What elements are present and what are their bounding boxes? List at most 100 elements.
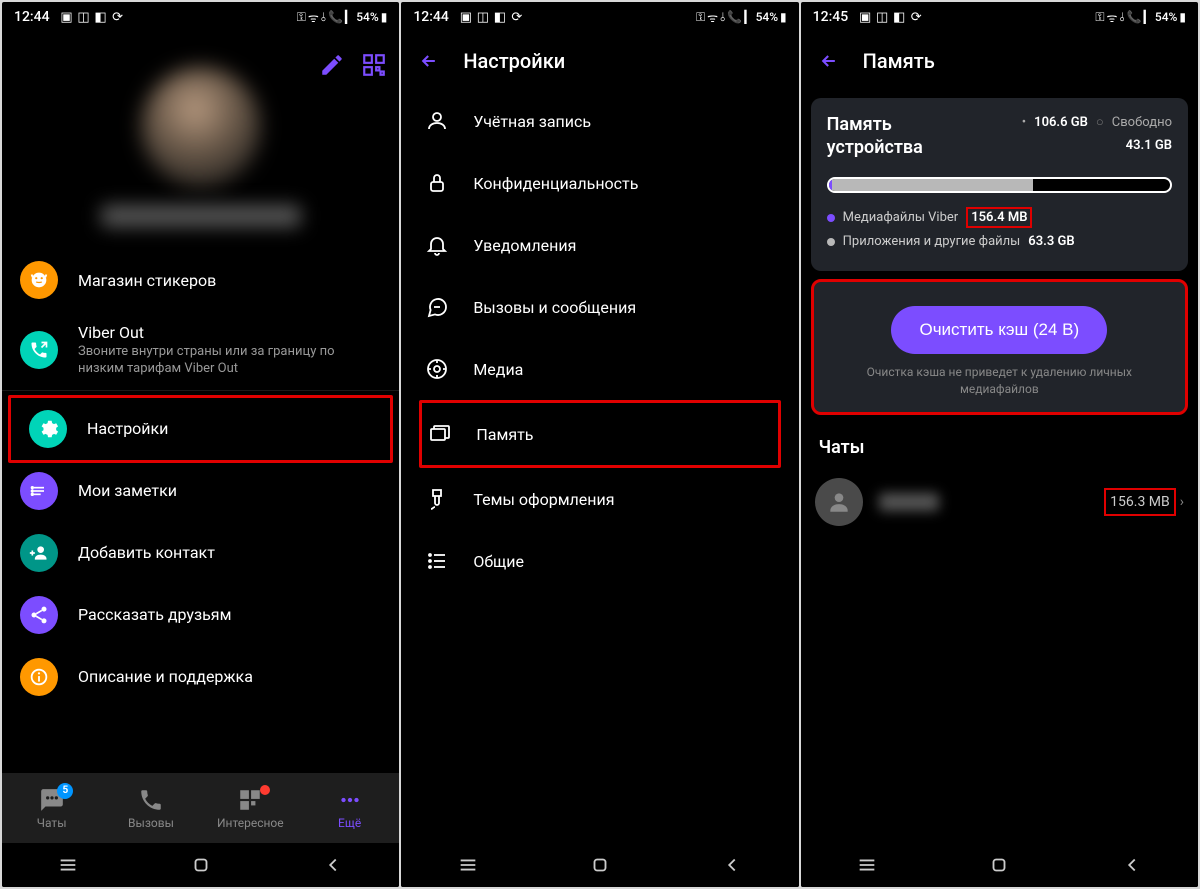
screen-settings: 12:44 ▣◫◧⟳ ⚿ᯤ⫰📞▎54%▮ Настройки Учётная з… [401, 2, 798, 887]
status-indicator-icons: ▣◫◧⟳ [60, 10, 125, 24]
chat-size: 156.3 MB [1104, 488, 1176, 516]
phone-out-icon [20, 331, 58, 369]
chats-section: Чаты 156.3 MB › [801, 423, 1198, 540]
menu-help[interactable]: Описание и поддержка [2, 646, 399, 708]
status-bar: 12:44 ▣◫◧⟳ ⚿ᯤ⫰📞▎54%▮ [2, 2, 399, 32]
notes-icon [20, 472, 58, 510]
menu-label: Магазин стикеров [78, 271, 381, 290]
avatar[interactable] [141, 67, 261, 187]
menu-label: Описание и поддержка [78, 667, 381, 686]
settings-account[interactable]: Учётная запись [401, 90, 798, 152]
info-icon [20, 658, 58, 696]
bottom-tabs: 5 Чаты Вызовы Интересное Ещё [2, 773, 399, 843]
tab-label: Интересное [217, 816, 284, 830]
chat-bubble-icon [425, 295, 449, 319]
settings-label: Вызовы и сообщения [473, 298, 636, 317]
tab-calls[interactable]: Вызовы [101, 787, 200, 830]
profile-area [2, 32, 399, 227]
android-nav [2, 843, 399, 887]
gear-icon [29, 410, 67, 448]
tab-explore[interactable]: Интересное [201, 787, 300, 830]
settings-media[interactable]: Медиа [401, 338, 798, 400]
recents-button[interactable] [57, 854, 79, 876]
home-button[interactable] [589, 854, 611, 876]
account-icon [425, 109, 449, 133]
status-right-icons: ⚿ᯤ⫰📞▎54%▮ [297, 9, 388, 26]
status-right-icons: ⚿ᯤ⫰📞▎54%▮ [696, 9, 787, 26]
storage-stats: •106.6 GB ○Свободно 43.1 GB [981, 114, 1172, 153]
clear-cache-note: Очистка кэша не приведет к удалению личн… [830, 364, 1169, 398]
back-button[interactable] [322, 854, 344, 876]
settings-label: Память [476, 425, 533, 444]
more-icon [337, 787, 363, 813]
media-icon [425, 357, 449, 381]
menu-add-contact[interactable]: Добавить контакт [2, 522, 399, 584]
settings-label: Учётная запись [473, 112, 591, 131]
tab-chats[interactable]: 5 Чаты [2, 787, 101, 830]
settings-label: Общие [473, 552, 524, 571]
chat-name [879, 493, 939, 511]
menu-viberout[interactable]: Viber Out Звоните внутри страны или за г… [2, 311, 399, 390]
storage-card: Память устройства •106.6 GB ○Свободно 43… [811, 98, 1188, 271]
settings-calls[interactable]: Вызовы и сообщения [401, 276, 798, 338]
clear-cache-card: Очистить кэш (24 B) Очистка кэша не прив… [811, 279, 1188, 415]
phone-icon [138, 787, 164, 813]
settings-storage[interactable]: Память [422, 403, 777, 465]
list-icon [425, 549, 449, 573]
tab-more[interactable]: Ещё [300, 787, 399, 830]
status-indicator-icons: ▣◫◧⟳ [858, 10, 923, 24]
settings-notifications[interactable]: Уведомления [401, 214, 798, 276]
tab-label: Вызовы [128, 816, 174, 830]
status-bar: 12:45 ▣◫◧⟳ ⚿ᯤ⫰📞▎54%▮ [801, 2, 1198, 32]
clear-cache-button[interactable]: Очистить кэш (24 B) [891, 306, 1107, 354]
brush-icon [425, 487, 449, 511]
back-icon[interactable] [819, 51, 839, 71]
chats-badge: 5 [57, 783, 73, 799]
status-right-icons: ⚿ᯤ⫰📞▎54%▮ [1095, 9, 1186, 26]
menu-notes[interactable]: Мои заметки [2, 460, 399, 522]
chevron-right-icon: › [1180, 494, 1184, 510]
back-button[interactable] [1121, 854, 1143, 876]
menu-subtitle: Звоните внутри страны или за границу по … [78, 344, 381, 378]
back-button[interactable] [721, 854, 743, 876]
menu-stickers[interactable]: Магазин стикеров [2, 249, 399, 311]
chat-list-item[interactable]: 156.3 MB › [815, 478, 1184, 526]
storage-total: 106.6 GB [1034, 115, 1088, 130]
android-nav [801, 843, 1198, 887]
sticker-icon [20, 261, 58, 299]
clock: 12:44 [14, 9, 50, 25]
app-header: Память [801, 32, 1198, 90]
menu-label: Настройки [87, 419, 372, 438]
status-indicator-icons: ▣◫◧⟳ [459, 10, 524, 24]
home-button[interactable] [988, 854, 1010, 876]
recents-button[interactable] [856, 854, 878, 876]
back-icon[interactable] [419, 51, 439, 71]
viber-size: 156.4 MB [966, 207, 1032, 228]
apps-size: 63.3 GB [1028, 234, 1074, 249]
lock-icon [425, 171, 449, 195]
recents-button[interactable] [457, 854, 479, 876]
qr-icon[interactable] [361, 52, 387, 78]
clock: 12:44 [413, 9, 449, 25]
settings-themes[interactable]: Темы оформления [401, 468, 798, 530]
storage-icon [428, 422, 452, 446]
android-nav [401, 843, 798, 887]
edit-icon[interactable] [319, 52, 345, 78]
settings-label: Медиа [473, 360, 523, 379]
app-header: Настройки [401, 32, 798, 90]
screen-more: 12:44 ▣◫◧⟳ ⚿ᯤ⫰📞▎54%▮ Магазин стикеров [2, 2, 399, 887]
status-bar: 12:44 ▣◫◧⟳ ⚿ᯤ⫰📞▎54%▮ [401, 2, 798, 32]
settings-label: Темы оформления [473, 490, 614, 509]
settings-privacy[interactable]: Конфиденциальность [401, 152, 798, 214]
legend-apps: Приложения и другие файлы 63.3 GB [827, 234, 1172, 249]
highlight-storage: Память [419, 400, 780, 468]
menu-label: Добавить контакт [78, 543, 381, 562]
menu-settings[interactable]: Настройки [11, 398, 390, 460]
home-button[interactable] [190, 854, 212, 876]
settings-general[interactable]: Общие [401, 530, 798, 592]
page-title: Настройки [463, 49, 565, 73]
bell-icon [425, 233, 449, 257]
menu-share[interactable]: Рассказать друзьям [2, 584, 399, 646]
add-contact-icon [20, 534, 58, 572]
storage-title: Память устройства [827, 114, 982, 159]
